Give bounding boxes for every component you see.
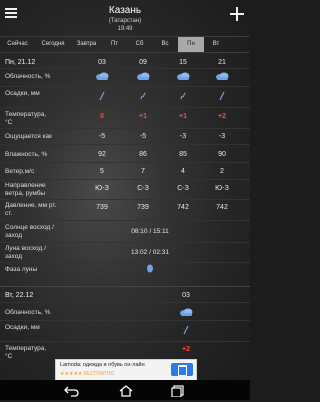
tab-now[interactable]: Сейчас <box>0 37 35 52</box>
humidity-cell: 86 <box>139 151 147 158</box>
back-icon[interactable] <box>63 384 83 397</box>
wind-cell: 2 <box>220 168 224 175</box>
wind-cell: 5 <box>100 168 104 175</box>
divider <box>0 162 250 163</box>
recent-apps-icon[interactable] <box>168 384 188 398</box>
divider <box>0 220 250 221</box>
cloudiness-label: Облачность, % <box>5 73 51 80</box>
moon-phase-label: Фаза луны <box>5 266 38 273</box>
temperature-label: Температура, °С <box>5 345 47 360</box>
divider <box>0 320 250 321</box>
feels-like-cell: -3 <box>218 133 226 140</box>
divider <box>0 128 250 129</box>
divider <box>0 242 250 243</box>
tab-today[interactable]: Сегодня <box>35 37 71 52</box>
divider <box>0 199 250 200</box>
tab-mon[interactable]: Пн <box>178 37 204 52</box>
temperature-cell: 0 <box>100 113 104 120</box>
cloud-icon <box>87 71 117 83</box>
cloud-icon <box>207 71 237 83</box>
header: Казань (Татарстан) 19:49 <box>0 0 250 35</box>
region-name: (Татарстан) <box>108 18 142 24</box>
cloud-icon <box>171 307 201 319</box>
rain-icon <box>168 91 198 103</box>
city-name: Казань <box>108 5 142 16</box>
divider <box>0 144 250 145</box>
wind-direction-cell: С-З <box>177 185 189 192</box>
tab-fri[interactable]: Пт <box>102 37 127 52</box>
feels-like-cell: -3 <box>179 133 187 140</box>
tab-sun[interactable]: Вс <box>152 37 178 52</box>
rain-icon <box>128 91 158 103</box>
feels-like-cell: -5 <box>139 133 147 140</box>
hour-cell: 09 <box>139 59 147 66</box>
day-divider <box>0 286 250 287</box>
divider <box>0 302 250 303</box>
ad-text: Lamoda: одежда и обувь он-лайн <box>60 362 145 368</box>
wind-direction-cell: Ю-З <box>215 185 229 192</box>
rain-icon <box>87 91 117 103</box>
feels-like-cell: -5 <box>98 133 106 140</box>
hamburger-menu-icon[interactable] <box>5 8 17 18</box>
humidity-cell: 85 <box>179 151 187 158</box>
temperature-cell: +2 <box>182 346 190 353</box>
precip-label: Осадки, мм <box>5 90 40 97</box>
divider <box>0 86 250 87</box>
divider <box>0 341 250 342</box>
temperature-cell: +1 <box>139 113 147 120</box>
hour-cell: 03 <box>182 292 190 299</box>
ad-open-icon[interactable] <box>171 363 193 376</box>
day1-date: Пн, 21.12 <box>5 59 36 66</box>
sun-label: Солнце восход / заход <box>5 224 54 239</box>
weather-app: Казань (Татарстан) 19:49 Сейчас Сегодня … <box>0 0 250 400</box>
wind-cell: 4 <box>181 168 185 175</box>
update-time: 19:49 <box>117 26 133 32</box>
rain-icon <box>207 91 237 103</box>
rain-icon <box>171 325 201 337</box>
wind-label: Ветер,м/с <box>5 168 35 175</box>
pressure-label: Давление, мм рт. ст. <box>5 202 57 217</box>
feels-like-label: Ощущается как <box>5 133 53 140</box>
day2-date: Вт, 22.12 <box>5 292 34 299</box>
humidity-cell: 92 <box>98 151 106 158</box>
precip-label: Осадки, мм <box>5 324 40 331</box>
humidity-cell: 90 <box>218 151 226 158</box>
moon-icon <box>100 264 200 275</box>
hour-cell: 03 <box>98 59 106 66</box>
divider <box>0 68 250 69</box>
sun-rise-set: 08:10 / 15:11 <box>131 228 169 235</box>
tab-tue[interactable]: Вт <box>204 37 228 52</box>
add-location-plus-icon[interactable] <box>230 7 244 21</box>
wind-direction-cell: Ю-З <box>95 185 109 192</box>
moon-label: Луна восход / заход <box>5 245 46 260</box>
cloud-icon <box>128 71 158 83</box>
home-icon[interactable] <box>116 384 136 397</box>
cloud-icon <box>168 71 198 83</box>
divider <box>0 262 250 263</box>
humidity-label: Влажность, % <box>5 151 48 158</box>
hour-cell: 21 <box>218 59 226 66</box>
tab-tomorrow[interactable]: Завтра <box>71 37 102 52</box>
ad-rating: ★★★★★ БЕСПЛАТНО <box>60 371 115 377</box>
tab-sat[interactable]: Сб <box>127 37 152 52</box>
day-tabs: Сейчас Сегодня Завтра Пт Сб Вс Пн Вт <box>0 36 250 53</box>
wind-cell: 7 <box>141 168 145 175</box>
wind-direction-label: Направление ветра, румбы <box>5 182 46 197</box>
pressure-cell: 742 <box>177 204 189 211</box>
temperature-cell: +1 <box>179 113 187 120</box>
cloudiness-label: Облачность, % <box>5 309 51 316</box>
pressure-cell: 739 <box>96 204 108 211</box>
ad-banner[interactable]: Lamoda: одежда и обувь он-лайн ★★★★★ БЕС… <box>55 359 197 381</box>
divider <box>0 107 250 108</box>
divider <box>0 179 250 180</box>
system-navigation-bar <box>0 380 250 400</box>
temperature-cell: +2 <box>218 113 226 120</box>
pressure-cell: 739 <box>137 204 149 211</box>
moon-rise-set: 13:02 / 02:31 <box>131 249 169 256</box>
temperature-label: Температура, °С <box>5 111 47 126</box>
location-title[interactable]: Казань (Татарстан) 19:49 <box>60 5 190 33</box>
wind-direction-cell: С-З <box>137 185 149 192</box>
hour-cell: 15 <box>179 59 187 66</box>
pressure-cell: 742 <box>216 204 228 211</box>
